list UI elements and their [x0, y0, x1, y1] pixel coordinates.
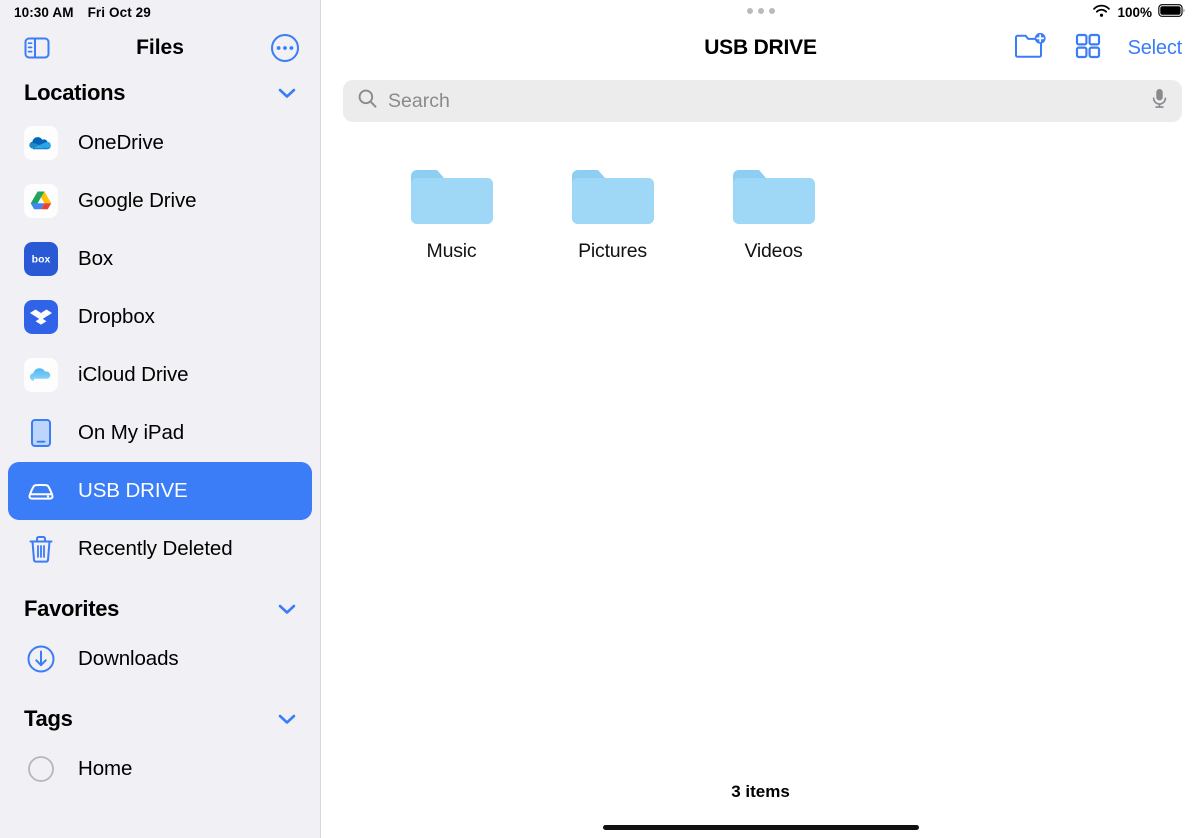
- sidebar-item-label: Home: [78, 757, 133, 780]
- search-bar[interactable]: Search: [343, 80, 1182, 122]
- sidebar-item-downloads[interactable]: Downloads: [8, 630, 312, 688]
- file-name-label: Music: [426, 240, 477, 262]
- sidebar-item-label: iCloud Drive: [78, 363, 189, 386]
- folder-icon: [568, 158, 658, 230]
- file-grid-area: Music Pictures Videos: [321, 122, 1200, 263]
- dot: [757, 8, 764, 14]
- wifi-icon: [1092, 4, 1111, 21]
- file-name-label: Pictures: [578, 240, 647, 262]
- sidebar-item-icloud-drive[interactable]: iCloud Drive: [8, 346, 312, 404]
- svg-text:box: box: [32, 253, 51, 265]
- chevron-down-icon[interactable]: [276, 712, 298, 726]
- folder-icon: [407, 158, 497, 230]
- file-name-label: Videos: [744, 240, 803, 262]
- sidebar-item-label: Google Drive: [78, 189, 197, 212]
- sidebar-item-label: OneDrive: [78, 131, 164, 154]
- sidebar-item-google-drive[interactable]: Google Drive: [8, 172, 312, 230]
- onedrive-icon: [24, 126, 58, 160]
- icloud-drive-icon: [24, 358, 58, 392]
- tag-circle-icon: [24, 752, 58, 786]
- chevron-down-icon[interactable]: [276, 602, 298, 616]
- file-item[interactable]: Pictures: [532, 158, 693, 263]
- download-circle-icon: [24, 642, 58, 676]
- sidebar-item-dropbox[interactable]: Dropbox: [8, 288, 312, 346]
- status-bar-left: 10:30 AM Fri Oct 29: [0, 0, 320, 24]
- sidebar-item-on-my-ipad[interactable]: On My iPad: [8, 404, 312, 462]
- ellipsis-circle-icon[interactable]: [270, 33, 300, 63]
- file-grid: Music Pictures Videos: [321, 158, 1200, 263]
- dropbox-icon: [24, 300, 58, 334]
- main-content: 100% USB DRIVE Select Search Music Pictu…: [321, 0, 1200, 838]
- toolbar-actions: Select: [1014, 32, 1182, 65]
- section-title-tags: Tags: [24, 706, 73, 731]
- status-bar-date: Fri Oct 29: [87, 4, 151, 20]
- microphone-icon[interactable]: [1150, 87, 1169, 115]
- file-item[interactable]: Videos: [693, 158, 854, 263]
- sidebar-item-recently-deleted[interactable]: Recently Deleted: [8, 520, 312, 578]
- sidebar-toolbar: Files: [0, 24, 320, 72]
- search-icon: [357, 88, 378, 114]
- trash-icon: [24, 532, 58, 566]
- sidebar: 10:30 AM Fri Oct 29 Files Locations OneD…: [0, 0, 321, 838]
- sidebar-item-label: Recently Deleted: [78, 537, 233, 560]
- ipad-icon: [24, 416, 58, 450]
- sidebar-item-label: Dropbox: [78, 305, 155, 328]
- multitasking-dots[interactable]: [746, 8, 775, 14]
- sidebar-item-label: Downloads: [78, 647, 179, 670]
- sidebar-section-locations-header[interactable]: Locations: [0, 72, 320, 114]
- dot: [746, 8, 753, 14]
- dot: [768, 8, 775, 14]
- sidebar-item-label: Box: [78, 247, 114, 270]
- google-drive-icon: [24, 184, 58, 218]
- sidebar-section-favorites-header[interactable]: Favorites: [0, 588, 320, 630]
- box-icon: box: [24, 242, 58, 276]
- folder-icon: [729, 158, 819, 230]
- sidebar-item-box[interactable]: box Box: [8, 230, 312, 288]
- section-title-favorites: Favorites: [24, 596, 120, 621]
- section-title-locations: Locations: [24, 80, 126, 105]
- files-app-window: 10:30 AM Fri Oct 29 Files Locations OneD…: [0, 0, 1200, 838]
- grid-view-icon[interactable]: [1074, 32, 1102, 65]
- new-folder-icon[interactable]: [1014, 32, 1048, 65]
- sidebar-toggle-icon[interactable]: [22, 36, 52, 60]
- status-bar-time: 10:30 AM: [14, 4, 74, 20]
- select-button[interactable]: Select: [1128, 37, 1183, 60]
- sidebar-item-label: On My iPad: [78, 421, 185, 444]
- file-item[interactable]: Music: [371, 158, 532, 263]
- home-indicator[interactable]: [602, 825, 919, 830]
- sidebar-item-onedrive[interactable]: OneDrive: [8, 114, 312, 172]
- search-input[interactable]: Search: [388, 90, 1140, 113]
- battery-full-icon: [1158, 4, 1186, 20]
- external-drive-icon: [24, 474, 58, 508]
- item-count-label: 3 items: [731, 782, 790, 801]
- main-toolbar: USB DRIVE Select: [321, 24, 1200, 72]
- sidebar-item-tag-home[interactable]: Home: [8, 740, 312, 798]
- sidebar-item-label: USB DRIVE: [78, 479, 188, 502]
- battery-percent-label: 100%: [1117, 4, 1152, 20]
- sidebar-item-usb-drive[interactable]: USB DRIVE: [8, 462, 312, 520]
- chevron-down-icon[interactable]: [276, 86, 298, 100]
- sidebar-section-tags-header[interactable]: Tags: [0, 698, 320, 740]
